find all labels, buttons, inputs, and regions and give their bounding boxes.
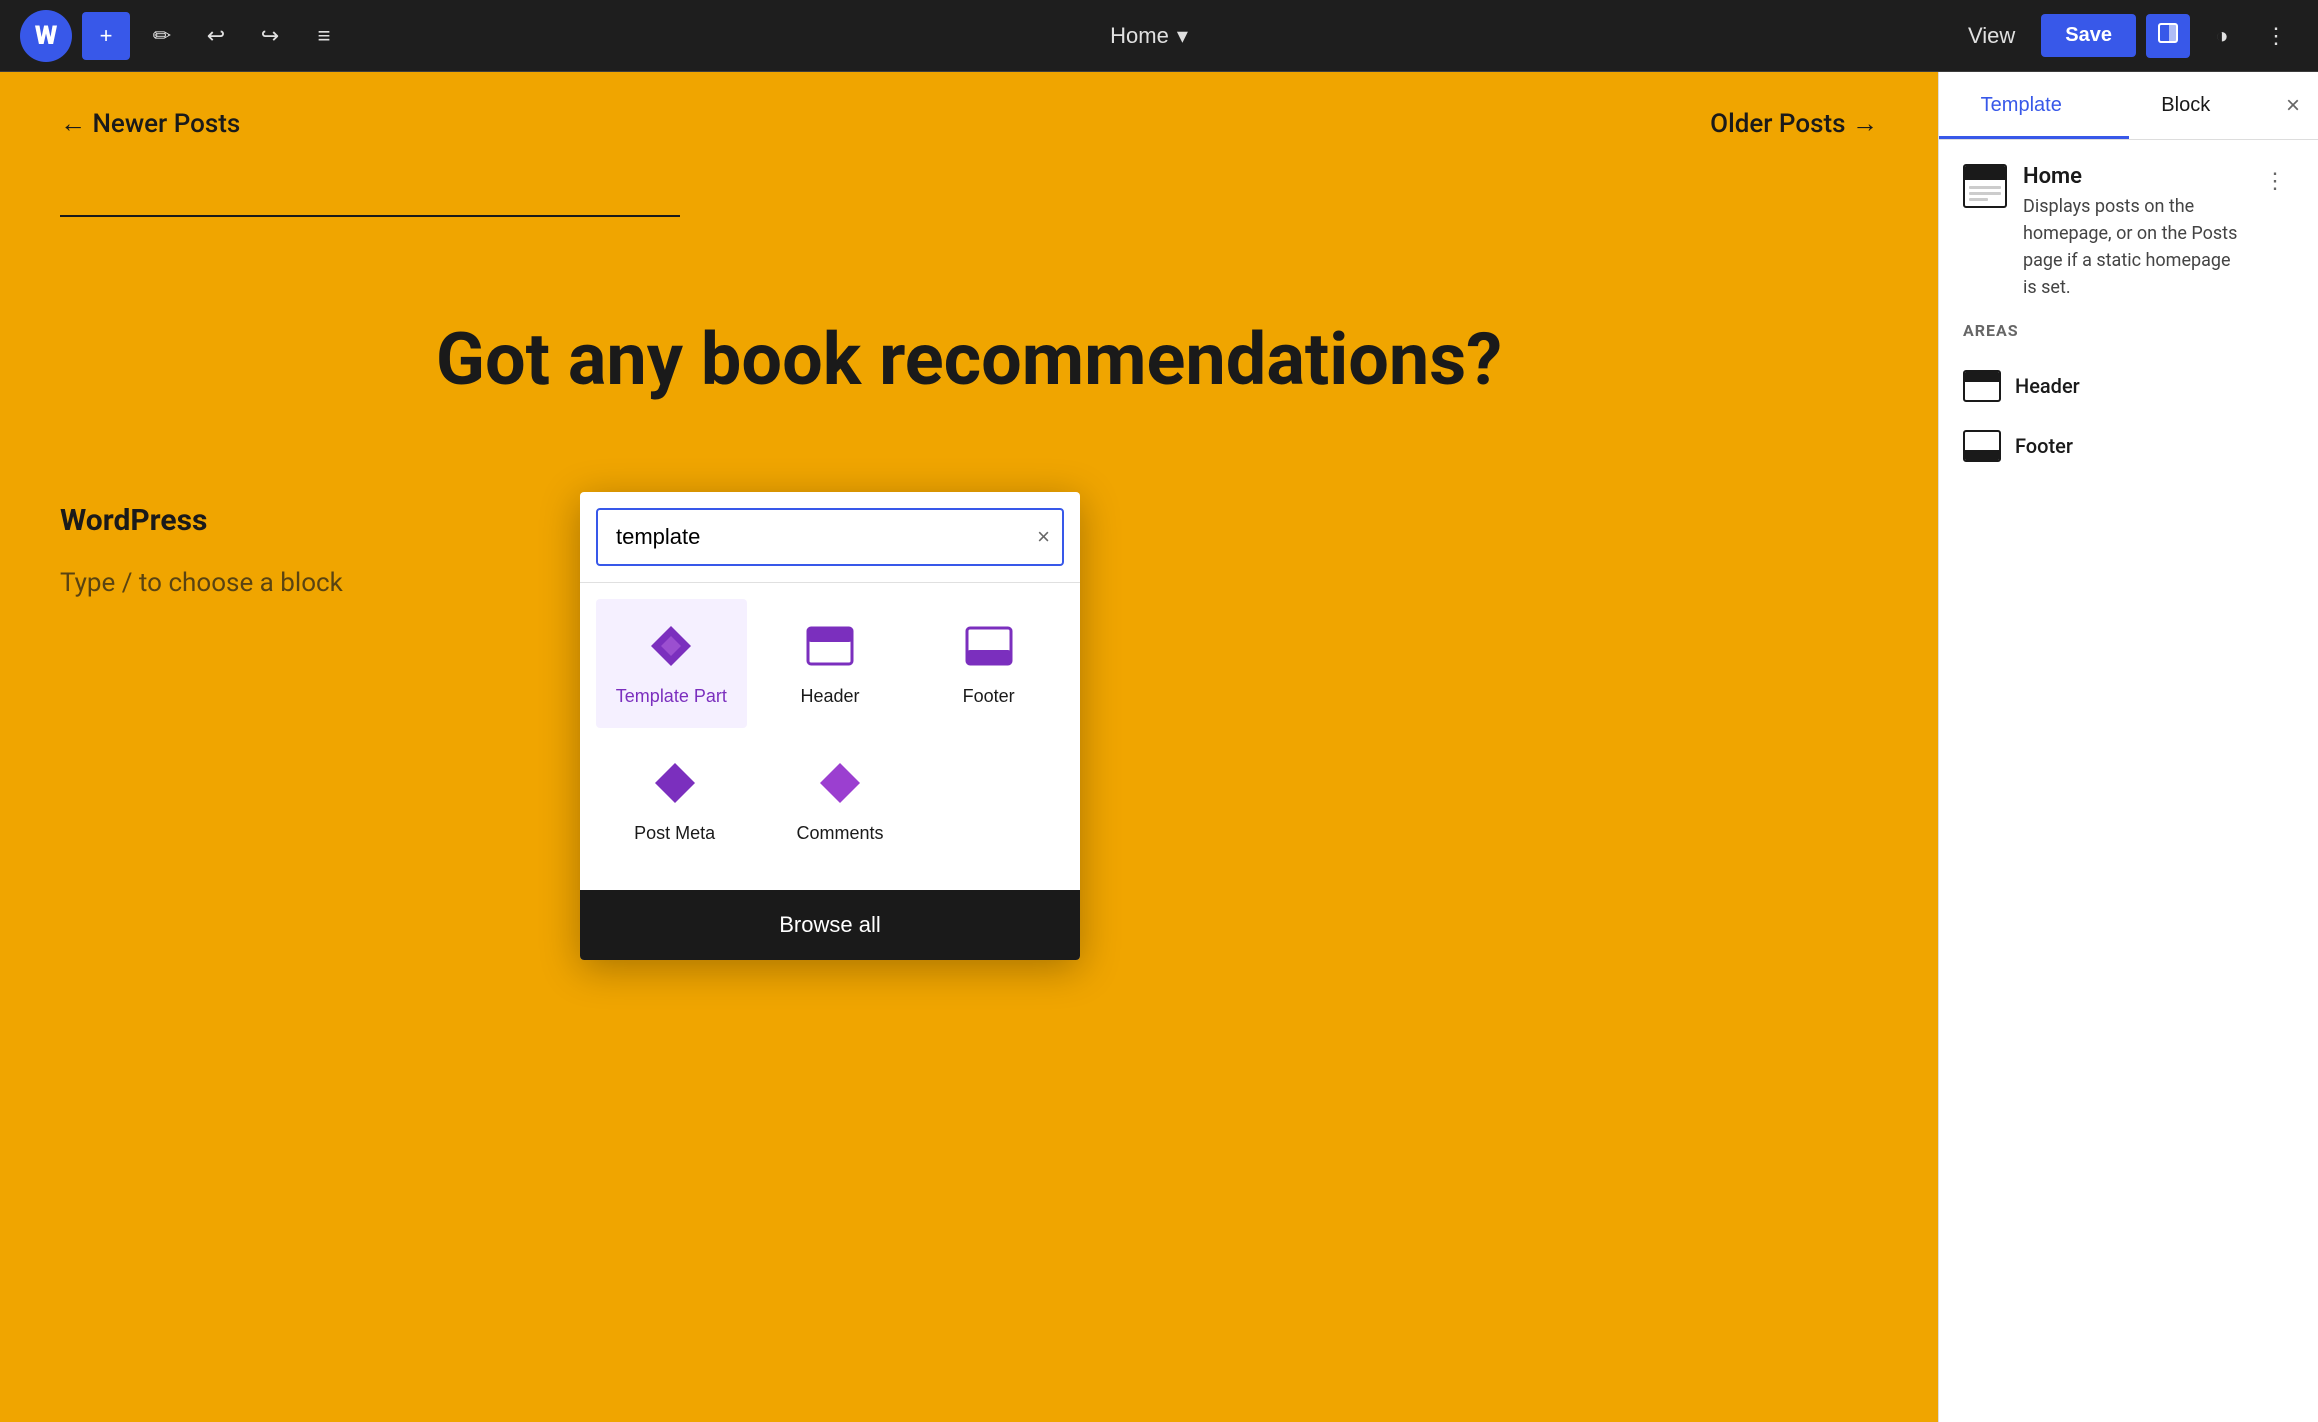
block-item-footer[interactable]: Footer xyxy=(913,599,1064,728)
canvas-heading: Got any book recommendations? xyxy=(0,257,1938,463)
theme-toggle-button[interactable]: ◑ xyxy=(2200,14,2244,58)
template-description: Displays posts on the homepage, or on th… xyxy=(2023,193,2240,301)
area-footer-label: Footer xyxy=(2015,434,2073,458)
clear-icon: × xyxy=(1037,524,1050,549)
inserter-row-2: Post Meta Comments xyxy=(596,736,1064,865)
options-icon: ⋮ xyxy=(2264,168,2286,193)
add-icon: + xyxy=(100,23,113,49)
canvas-divider xyxy=(60,215,680,217)
comments-icon xyxy=(813,756,867,810)
tab-block-label: Block xyxy=(2161,94,2210,116)
area-header-icon xyxy=(1963,370,2001,402)
toolbar-center: Home ▾ xyxy=(358,15,1940,57)
comments-label: Comments xyxy=(796,822,883,845)
theme-icon: ◑ xyxy=(2215,23,2228,49)
sidebar-close-button[interactable]: × xyxy=(2268,81,2318,131)
area-item-footer[interactable]: Footer xyxy=(1963,416,2294,476)
save-label: Save xyxy=(2065,24,2112,46)
area-footer-icon xyxy=(1963,430,2001,462)
block-item-template-part[interactable]: Template Part xyxy=(596,599,747,728)
block-item-comments[interactable]: Comments xyxy=(761,736,918,865)
template-part-icon xyxy=(644,619,698,673)
template-info: Home Displays posts on the homepage, or … xyxy=(2023,164,2240,301)
inserter-row-1: Template Part Header xyxy=(596,599,1064,728)
canvas-nav: ← Newer Posts Older Posts → xyxy=(0,72,1938,175)
undo-icon: ↩ xyxy=(207,23,225,49)
canvas-content xyxy=(0,175,1938,257)
main-layout: ← Newer Posts Older Posts → Got any book… xyxy=(0,72,2318,1422)
wp-logo[interactable]: W xyxy=(20,10,72,62)
block-inserter-popup: × Template Part xyxy=(580,492,1080,960)
toolbar-right: View Save ◑ ⋮ xyxy=(1952,14,2298,58)
template-icon xyxy=(1963,164,2007,208)
page-title-text: Home xyxy=(1110,23,1169,49)
redo-icon: ↪ xyxy=(261,23,279,49)
list-view-button[interactable]: ≡ xyxy=(302,14,346,58)
view-label: View xyxy=(1968,23,2015,48)
header-block-icon xyxy=(803,619,857,673)
areas-label: AREAS xyxy=(1963,321,2294,340)
tab-block[interactable]: Block xyxy=(2104,72,2269,139)
post-meta-label: Post Meta xyxy=(634,822,715,845)
edit-icon: ✏ xyxy=(153,23,171,49)
canvas-area: ← Newer Posts Older Posts → Got any book… xyxy=(0,72,1938,1422)
close-icon: × xyxy=(2286,92,2300,120)
toolbar-left: W + ✏ ↩ ↪ ≡ xyxy=(20,10,346,62)
area-item-header[interactable]: Header xyxy=(1963,356,2294,416)
search-wrapper: × xyxy=(596,508,1064,566)
inserter-grid: Template Part Header xyxy=(580,583,1080,890)
area-header-bar xyxy=(1965,372,1999,382)
browse-all-button[interactable]: Browse all xyxy=(580,890,1080,960)
wp-logo-text: W xyxy=(35,21,58,51)
inserter-search-area: × xyxy=(580,492,1080,583)
add-block-button[interactable]: + xyxy=(82,12,130,60)
block-item-header[interactable]: Header xyxy=(755,599,906,728)
template-icon-line-1 xyxy=(1969,186,2001,189)
toolbar: W + ✏ ↩ ↪ ≡ Home ▾ View Save xyxy=(0,0,2318,72)
list-icon: ≡ xyxy=(318,23,331,49)
post-meta-icon xyxy=(648,756,702,810)
template-icon-line-3 xyxy=(1969,198,1988,201)
header-block-label: Header xyxy=(800,685,859,708)
block-item-post-meta[interactable]: Post Meta xyxy=(596,736,753,865)
template-info-item: Home Displays posts on the homepage, or … xyxy=(1963,164,2294,301)
sidebar-tabs: Template Block × xyxy=(1939,72,2318,140)
template-part-label: Template Part xyxy=(616,685,727,708)
view-button[interactable]: View xyxy=(1952,15,2031,57)
template-title: Home xyxy=(2023,164,2240,189)
older-posts-link[interactable]: Older Posts → xyxy=(1710,108,1878,139)
footer-block-icon xyxy=(962,619,1016,673)
template-options-button[interactable]: ⋮ xyxy=(2256,164,2294,198)
layout-button[interactable] xyxy=(2146,14,2190,58)
canvas-heading-text: Got any book recommendations? xyxy=(20,317,1918,403)
search-clear-button[interactable]: × xyxy=(1037,526,1050,548)
area-footer-bar xyxy=(1965,450,1999,460)
template-icon-body xyxy=(1965,180,2005,206)
page-title-button[interactable]: Home ▾ xyxy=(1094,15,1204,57)
redo-button[interactable]: ↪ xyxy=(248,14,292,58)
area-header-label: Header xyxy=(2015,374,2080,398)
footer-block-label: Footer xyxy=(963,685,1015,708)
tab-template-label: Template xyxy=(1981,94,2062,116)
save-button[interactable]: Save xyxy=(2041,14,2136,57)
newer-posts-link[interactable]: ← Newer Posts xyxy=(60,108,240,139)
layout-icon xyxy=(2157,22,2179,50)
chevron-down-icon: ▾ xyxy=(1177,23,1188,49)
tab-template[interactable]: Template xyxy=(1939,72,2104,139)
more-icon: ⋮ xyxy=(2265,23,2287,49)
right-sidebar: Template Block × xyxy=(1938,72,2318,1422)
empty-cell xyxy=(927,736,1064,865)
template-icon-header-bar xyxy=(1965,166,2005,180)
more-options-button[interactable]: ⋮ xyxy=(2254,14,2298,58)
undo-button[interactable]: ↩ xyxy=(194,14,238,58)
template-icon-line-2 xyxy=(1969,192,2001,195)
block-search-input[interactable] xyxy=(596,508,1064,566)
edit-button[interactable]: ✏ xyxy=(140,14,184,58)
browse-all-label: Browse all xyxy=(779,912,880,937)
sidebar-content: Home Displays posts on the homepage, or … xyxy=(1939,140,2318,500)
